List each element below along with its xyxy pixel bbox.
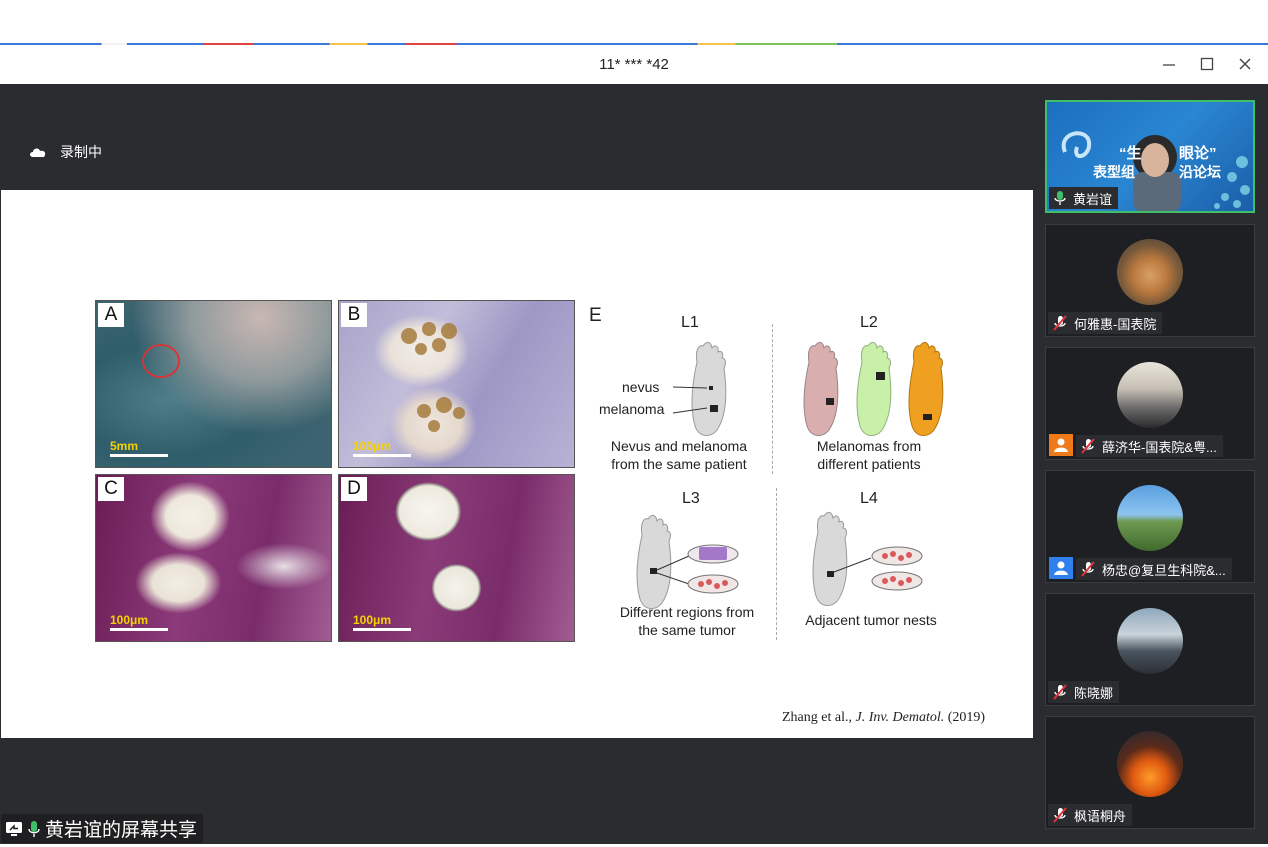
mic-muted-icon xyxy=(1081,561,1095,577)
banner-text: 表型组 xyxy=(1093,164,1135,180)
caption-l2: Melanomas from different patients xyxy=(816,438,922,472)
recording-label: 录制中 xyxy=(60,144,102,160)
close-button[interactable] xyxy=(1227,49,1263,79)
participant-tile-speaker[interactable]: “生 眼论” 表型组 沿论坛 黄岩谊 xyxy=(1045,100,1255,213)
presentation-slide: A 5mm B 100μm C 100μm D 100μm E L1 L2 L3… xyxy=(1,190,1033,738)
share-label-text: 黄岩谊的屏幕共享 xyxy=(45,820,198,841)
user-icon xyxy=(1054,561,1068,575)
window-title: 11* *** *42 xyxy=(599,56,669,73)
title-bar: 11* *** *42 xyxy=(0,45,1268,84)
participant-tile[interactable]: 陈晓娜 xyxy=(1045,593,1255,706)
participant-tile[interactable]: 何雅惠-国表院 xyxy=(1045,224,1255,337)
shared-screen-area: 录制中 A 5mm B 100μm C 100μm D 100μm E L1 L… xyxy=(0,84,1035,844)
banner-text: 沿论坛 xyxy=(1179,164,1221,180)
cloud-record-icon xyxy=(30,148,46,157)
avatar xyxy=(1117,731,1183,797)
participant-name-tag: 何雅惠-国表院 xyxy=(1048,312,1163,334)
participant-tile[interactable]: 薛济华-国表院&粤... xyxy=(1045,347,1255,460)
participant-panel: “生 眼论” 表型组 沿论坛 黄岩谊 何雅惠-国表院 薛济华-国表院&粤... xyxy=(1035,84,1268,844)
participant-tile[interactable]: 杨忠@复旦生科院&... xyxy=(1045,470,1255,583)
maximize-icon xyxy=(1200,57,1214,71)
banner-text: “生 xyxy=(1119,145,1142,162)
recording-bar: 录制中 xyxy=(0,84,1035,188)
participant-name-tag: 黄岩谊 xyxy=(1049,187,1119,209)
melanoma-annotation: melanoma xyxy=(599,401,665,417)
mic-on-icon xyxy=(1054,191,1066,205)
banner-text: 眼论” xyxy=(1179,145,1217,162)
participant-name-tag: 薛济华-国表院&粤... xyxy=(1076,435,1223,457)
minimize-button[interactable] xyxy=(1151,49,1187,79)
minimize-icon xyxy=(1163,64,1175,66)
mic-muted-icon xyxy=(1081,438,1095,454)
participant-tile[interactable]: 枫语桐舟 xyxy=(1045,716,1255,829)
user-icon xyxy=(1054,438,1068,452)
top-band xyxy=(0,0,1268,44)
avatar xyxy=(1117,239,1183,305)
mic-muted-icon xyxy=(1053,807,1067,823)
mic-muted-icon xyxy=(1053,315,1067,331)
screen-share-icon xyxy=(6,821,22,836)
participant-name-tag: 杨忠@复旦生科院&... xyxy=(1076,558,1232,580)
participant-name-tag: 陈晓娜 xyxy=(1048,681,1120,703)
recording-indicator[interactable]: 录制中 xyxy=(28,142,102,162)
screen-share-label: 黄岩谊的屏幕共享 xyxy=(1,814,204,843)
user-badge xyxy=(1049,434,1073,456)
close-icon xyxy=(1239,58,1251,70)
caption-l3: Different regions from the same tumor xyxy=(619,604,755,638)
maximize-button[interactable] xyxy=(1189,49,1225,79)
avatar xyxy=(1117,362,1183,428)
avatar xyxy=(1117,608,1183,674)
participant-name-tag: 枫语桐舟 xyxy=(1048,804,1133,826)
caption-l1: Nevus and melanoma from the same patient xyxy=(610,438,748,472)
user-badge xyxy=(1049,557,1073,579)
nevus-annotation: nevus xyxy=(622,379,660,395)
mic-muted-icon xyxy=(1053,684,1067,700)
citation: Zhang et al., J. Inv. Dematol. (2019) xyxy=(782,710,986,725)
avatar xyxy=(1117,485,1183,551)
caption-l4: Adjacent tumor nests xyxy=(805,612,937,628)
mic-on-icon xyxy=(28,820,40,837)
